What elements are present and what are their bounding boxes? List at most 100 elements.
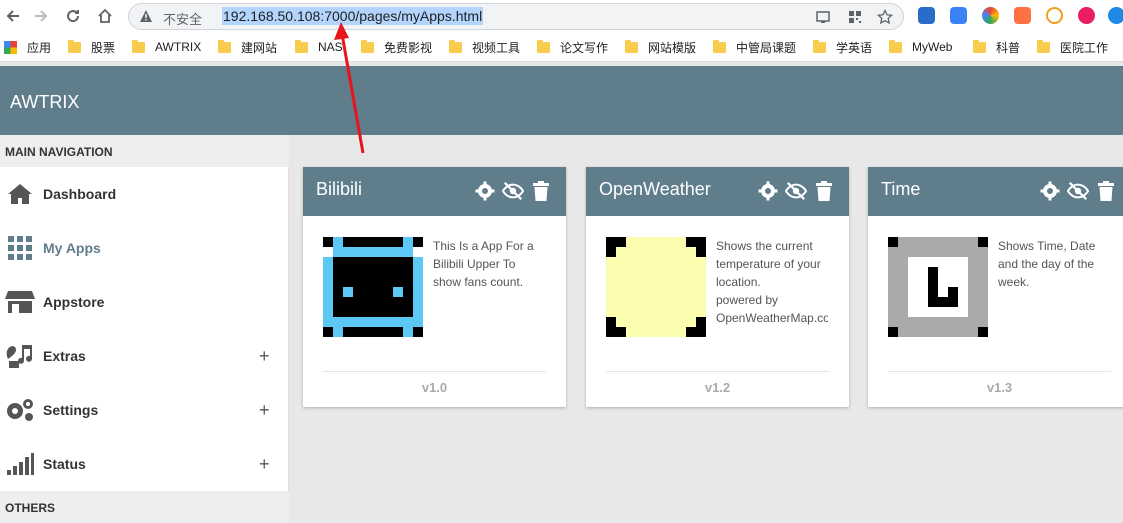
forward-icon[interactable]: [30, 5, 52, 27]
bookmark-folder[interactable]: 中管局课题: [713, 39, 796, 55]
gear-icon[interactable]: [757, 180, 779, 202]
eye-slash-icon[interactable]: [785, 180, 807, 202]
bookmark-apps[interactable]: 应用: [4, 39, 51, 55]
sidebar-item-extras[interactable]: Extras +: [0, 329, 289, 383]
card-header: Bilibili: [303, 167, 566, 216]
bookmark-folder[interactable]: AWTRIX: [132, 39, 201, 55]
folder-icon: [68, 39, 81, 53]
sidebar: MAIN NAVIGATION Dashboard My Apps Appsto…: [0, 135, 289, 523]
folder-icon: [132, 39, 145, 53]
sidebar-item-appstore[interactable]: Appstore: [0, 275, 289, 329]
bookmark-folder[interactable]: MyWeb: [889, 39, 952, 55]
home-icon: [4, 178, 36, 210]
bookmark-folder[interactable]: 视频工具: [449, 39, 520, 55]
expand-plus-icon[interactable]: +: [259, 400, 270, 421]
address-bar[interactable]: 不安全 192.168.50.108:7000/pages/myApps.htm…: [128, 3, 904, 30]
browser-toolbar: 不安全 192.168.50.108:7000/pages/myApps.htm…: [0, 0, 1123, 32]
sidebar-item-label: Settings: [43, 402, 99, 418]
trash-icon[interactable]: [1095, 180, 1117, 202]
bookmark-label: NAS: [318, 40, 343, 54]
trash-icon[interactable]: [530, 180, 552, 202]
extension-color-icon[interactable]: [1014, 7, 1031, 24]
sidebar-item-settings[interactable]: Settings +: [0, 383, 289, 437]
app-card-time: Time Shows Time, Date and the day of the…: [868, 167, 1123, 407]
trash-icon[interactable]: [813, 180, 835, 202]
card-divider: [323, 371, 546, 372]
folder-icon: [1037, 39, 1050, 53]
card-title: Bilibili: [316, 179, 363, 199]
bookmark-label: 股票: [91, 40, 116, 55]
cast-icon[interactable]: [815, 9, 831, 25]
bookmark-label: 中管局课题: [736, 40, 797, 55]
main-navigation-header: MAIN NAVIGATION: [0, 135, 289, 167]
folder-icon: [625, 39, 638, 53]
bookmark-label: 建网站: [241, 40, 278, 55]
folder-icon: [713, 39, 726, 53]
card-divider: [888, 371, 1111, 372]
extension-pink-icon[interactable]: [1078, 7, 1095, 24]
folder-icon: [361, 39, 374, 53]
bookmarks-bar: 应用 股票 AWTRIX 建网站 NAS 免费影视 视频工具 论文写作 网站模版…: [0, 32, 1123, 62]
bookmark-folder[interactable]: 建网站: [218, 39, 277, 55]
sidebar-item-dashboard[interactable]: Dashboard: [0, 167, 289, 221]
bookmark-folder[interactable]: NAS: [295, 39, 343, 55]
insecure-label[interactable]: 不安全: [163, 9, 202, 28]
signal-icon: [4, 448, 36, 480]
sidebar-item-label: Extras: [43, 348, 86, 364]
gear-icon[interactable]: [1039, 180, 1061, 202]
folder-icon: [295, 39, 308, 53]
card-title: Time: [881, 179, 921, 199]
extension-q-icon[interactable]: [950, 7, 967, 24]
extension-refresh-icon[interactable]: [1108, 7, 1123, 24]
warning-icon[interactable]: [139, 9, 153, 28]
bookmark-label: 科普: [996, 40, 1021, 55]
extension-forward-icon[interactable]: [918, 7, 935, 24]
bookmark-label: 医院工作: [1060, 40, 1109, 55]
sidebar-item-my-apps[interactable]: My Apps: [0, 221, 289, 275]
bookmark-label: 应用: [27, 40, 52, 55]
app-description: This Is a App For a Bilibili Upper To sh…: [433, 239, 534, 289]
bookmark-label: AWTRIX: [155, 40, 202, 54]
apps-grid-icon: [4, 40, 17, 54]
bookmark-folder[interactable]: 科普: [973, 39, 1020, 55]
expand-plus-icon[interactable]: +: [259, 346, 270, 367]
qr-code-icon[interactable]: [847, 9, 863, 25]
bookmark-folder[interactable]: 网站模版: [625, 39, 696, 55]
gear-icon[interactable]: [474, 180, 496, 202]
bookmark-folder[interactable]: 学英语: [813, 39, 872, 55]
app-version: v1.2: [704, 380, 731, 395]
bookmark-folder[interactable]: 股票: [68, 39, 115, 55]
app-version: v1.0: [421, 380, 448, 395]
sun-app-icon: [606, 237, 706, 337]
main-content: Bilibili This Is a App For a Bilibili Up…: [290, 135, 1123, 515]
sidebar-item-status[interactable]: Status +: [0, 437, 289, 491]
gears-icon: [4, 394, 36, 426]
expand-plus-icon[interactable]: +: [259, 454, 270, 475]
back-icon[interactable]: [2, 5, 24, 27]
app-header: AWTRIX: [0, 66, 1123, 135]
card-header: OpenWeather: [586, 167, 849, 216]
home-page-icon[interactable]: [94, 5, 116, 27]
bookmark-folder[interactable]: 免费影视: [361, 39, 432, 55]
eye-slash-icon[interactable]: [502, 180, 524, 202]
sidebar-item-label: Appstore: [43, 294, 105, 310]
reload-icon[interactable]: [62, 5, 84, 27]
extension-infinity-icon[interactable]: [1046, 7, 1063, 24]
card-header: Time: [868, 167, 1123, 216]
sidebar-item-label: Dashboard: [43, 186, 117, 202]
grid-icon: [4, 232, 36, 264]
star-icon[interactable]: [876, 8, 894, 25]
eye-slash-icon[interactable]: [1067, 180, 1089, 202]
app-version: v1.3: [986, 380, 1013, 395]
bookmark-folder[interactable]: 医院工作: [1037, 39, 1108, 55]
folder-icon: [449, 39, 462, 53]
url-text[interactable]: 192.168.50.108:7000/pages/myApps.html: [222, 7, 484, 25]
folder-icon: [813, 39, 826, 53]
bookmark-label: 论文写作: [560, 40, 609, 55]
bookmark-label: 免费影视: [384, 40, 433, 55]
brand-title[interactable]: AWTRIX: [10, 92, 79, 113]
extension-chrome-icon[interactable]: [982, 7, 999, 24]
others-header: OTHERS: [0, 491, 289, 523]
bookmark-folder[interactable]: 论文写作: [537, 39, 608, 55]
sidebar-item-label: My Apps: [43, 240, 101, 256]
